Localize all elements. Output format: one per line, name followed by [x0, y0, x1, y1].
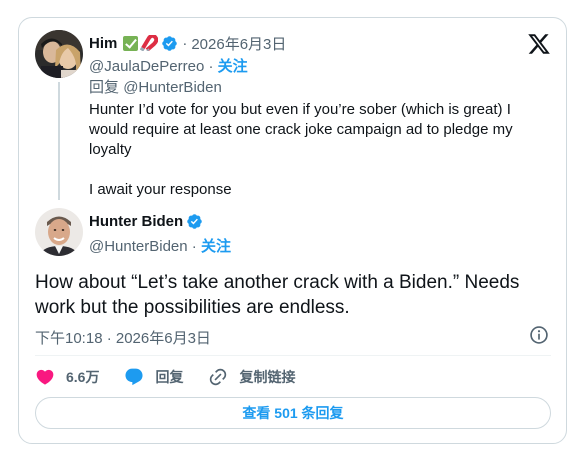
x-logo-icon[interactable]	[527, 32, 551, 56]
reply-bubble-icon	[125, 368, 144, 386]
copy-link-button[interactable]: 复制链接	[208, 367, 295, 387]
copy-link-label: 复制链接	[239, 369, 296, 385]
parent-tweet-paragraph: I await your response	[89, 181, 232, 198]
verified-badge-icon	[187, 214, 202, 229]
parent-avatar[interactable]	[35, 30, 83, 78]
parent-tweet-paragraph: Hunter I’d vote for you but even if you’…	[89, 101, 513, 158]
main-follow-button[interactable]: 关注	[201, 238, 231, 255]
verified-badge-icon	[162, 35, 178, 51]
reply-button[interactable]: 回复	[124, 367, 183, 387]
tweet-actions-bar: 6.6万 回复 复制链接	[35, 365, 320, 389]
tweet-embed-card: Him · 2026年6月3日 @JaulaDePerreo · 关注 回复 @…	[18, 17, 567, 444]
like-button[interactable]: 6.6万	[35, 367, 99, 387]
heart-icon	[36, 369, 54, 385]
separator-dot: ·	[191, 238, 201, 255]
reply-to-handle[interactable]: @HunterBiden	[123, 79, 222, 96]
like-count: 6.6万	[66, 369, 100, 385]
parent-author-name[interactable]: Him	[89, 35, 117, 52]
read-replies-button[interactable]: 查看 501 条回复	[35, 397, 551, 429]
parent-tweet-text: Hunter I’d vote for you but even if you’…	[89, 100, 529, 200]
magnet-emoji-icon	[140, 35, 159, 51]
parent-follow-button[interactable]: 关注	[218, 58, 248, 75]
info-icon[interactable]	[529, 325, 549, 345]
main-tweet-timestamp[interactable]: 下午10:18 · 2026年6月3日	[35, 327, 211, 348]
separator-dot: ·	[208, 58, 218, 75]
main-author-name[interactable]: Hunter Biden	[89, 213, 183, 230]
main-author-handle[interactable]: @HunterBiden	[89, 238, 188, 255]
parent-date[interactable]: 2026年6月3日	[191, 33, 286, 54]
thread-connector-line	[58, 82, 60, 200]
main-tweet-text: How about “Let’s take another crack with…	[35, 272, 520, 318]
reply-prefix: 回复	[89, 79, 120, 96]
divider	[35, 355, 551, 356]
parent-author-handle[interactable]: @JaulaDePerreo	[89, 58, 204, 75]
reply-label: 回复	[155, 369, 184, 385]
separator-dot: ·	[182, 34, 188, 52]
link-icon	[210, 368, 227, 386]
check-mark-emoji-icon	[123, 35, 139, 51]
main-avatar[interactable]	[35, 208, 83, 256]
